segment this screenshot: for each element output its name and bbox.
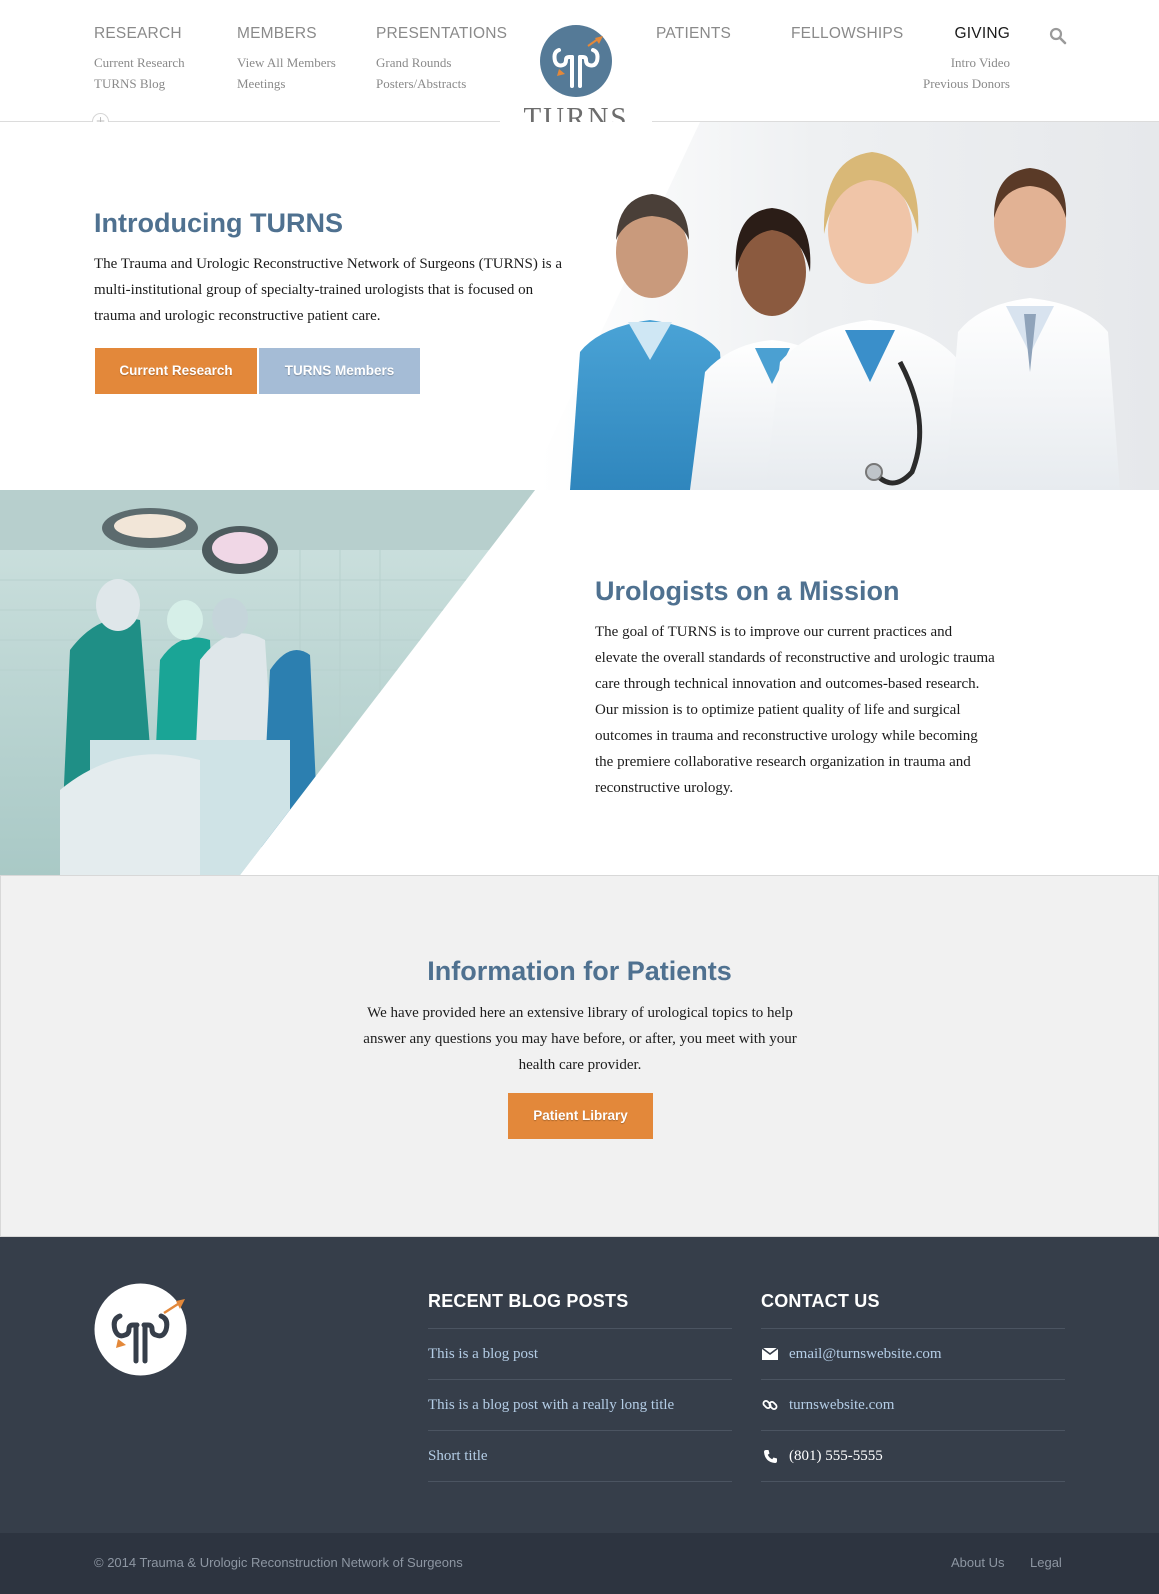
surgery-photo (0, 490, 535, 875)
nav-group-giving: GIVING Intro Video Previous Donors (900, 25, 1010, 94)
nav-sub-view-all-members[interactable]: View All Members (237, 52, 336, 73)
footer-logo-icon[interactable] (94, 1283, 187, 1376)
copyright-text: © 2014 Trauma & Urologic Reconstruction … (94, 1555, 463, 1570)
patient-library-button[interactable]: Patient Library (508, 1093, 653, 1139)
recent-blog-posts-heading: RECENT BLOG POSTS (428, 1291, 629, 1311)
nav-sub-posters-abstracts[interactable]: Posters/Abstracts (376, 73, 507, 94)
mission-section: Urologists on a Mission The goal of TURN… (0, 490, 1159, 875)
nav-research[interactable]: RESEARCH (94, 25, 185, 47)
current-research-button[interactable]: Current Research (95, 348, 257, 394)
list-item: This is a blog post (428, 1329, 732, 1380)
list-item: This is a blog post with a really long t… (428, 1380, 732, 1431)
nav-group-members: MEMBERS View All Members Meetings (237, 25, 336, 94)
blog-post-link[interactable]: This is a blog post (428, 1346, 538, 1363)
doctors-photo (540, 122, 1159, 490)
website-link[interactable]: turnswebsite.com (789, 1397, 894, 1414)
list-item: Short title (428, 1431, 732, 1482)
nav-members[interactable]: MEMBERS (237, 25, 336, 47)
kidney-logo-icon (540, 25, 612, 97)
nav-group-fellowships: FELLOWSHIPS (791, 25, 903, 47)
bottom-bar: © 2014 Trauma & Urologic Reconstruction … (0, 1533, 1159, 1594)
site-logo[interactable]: TURNS (522, 24, 630, 135)
nav-group-research: RESEARCH Current Research TURNS Blog (94, 25, 185, 94)
legal-link[interactable]: Legal (1030, 1555, 1062, 1570)
hero-title: Introducing TURNS (94, 208, 343, 238)
blog-post-link[interactable]: Short title (428, 1448, 488, 1465)
phone-icon (761, 1447, 779, 1465)
mission-title: Urologists on a Mission (595, 576, 900, 606)
site-header: RESEARCH Current Research TURNS Blog MEM… (0, 0, 1159, 134)
blog-post-list: This is a blog post This is a blog post … (428, 1328, 732, 1482)
nav-group-patients: PATIENTS (656, 25, 731, 47)
hero-section: Introducing TURNS The Trauma and Urologi… (0, 122, 1159, 490)
list-item: email@turnswebsite.com (761, 1329, 1065, 1380)
nav-fellowships[interactable]: FELLOWSHIPS (791, 25, 903, 47)
nav-sub-current-research[interactable]: Current Research (94, 52, 185, 73)
contact-list: email@turnswebsite.com turnswebsite.com … (761, 1328, 1065, 1482)
nav-sub-turns-blog[interactable]: TURNS Blog (94, 73, 185, 94)
nav-sub-meetings[interactable]: Meetings (237, 73, 336, 94)
link-icon (761, 1396, 779, 1414)
nav-sub-intro-video[interactable]: Intro Video (900, 52, 1010, 73)
about-us-link[interactable]: About Us (951, 1555, 1004, 1570)
contact-us-heading: CONTACT US (761, 1291, 880, 1311)
email-link[interactable]: email@turnswebsite.com (789, 1346, 942, 1363)
search-icon (1049, 27, 1067, 45)
nav-presentations[interactable]: PRESENTATIONS (376, 25, 507, 47)
phone-link[interactable]: (801) 555-5555 (789, 1448, 883, 1465)
nav-sub-grand-rounds[interactable]: Grand Rounds (376, 52, 507, 73)
search-button[interactable] (1049, 27, 1067, 45)
patients-description: We have provided here an extensive libra… (363, 1005, 797, 1073)
nav-sub-previous-donors[interactable]: Previous Donors (900, 73, 1010, 94)
nav-group-presentations: PRESENTATIONS Grand Rounds Posters/Abstr… (376, 25, 507, 94)
mission-description: The goal of TURNS is to improve our curr… (595, 624, 995, 796)
blog-post-link[interactable]: This is a blog post with a really long t… (428, 1397, 674, 1414)
hero-description: The Trauma and Urologic Reconstructive N… (94, 256, 562, 324)
envelope-icon (761, 1345, 779, 1363)
list-item: turnswebsite.com (761, 1380, 1065, 1431)
patients-section: Information for Patients We have provide… (0, 875, 1159, 1237)
site-footer: RECENT BLOG POSTS This is a blog post Th… (0, 1237, 1159, 1533)
list-item: (801) 555-5555 (761, 1431, 1065, 1482)
nav-giving[interactable]: GIVING (900, 25, 1010, 47)
nav-patients[interactable]: PATIENTS (656, 25, 731, 47)
turns-members-button[interactable]: TURNS Members (259, 348, 420, 394)
patients-title: Information for Patients (427, 956, 732, 986)
